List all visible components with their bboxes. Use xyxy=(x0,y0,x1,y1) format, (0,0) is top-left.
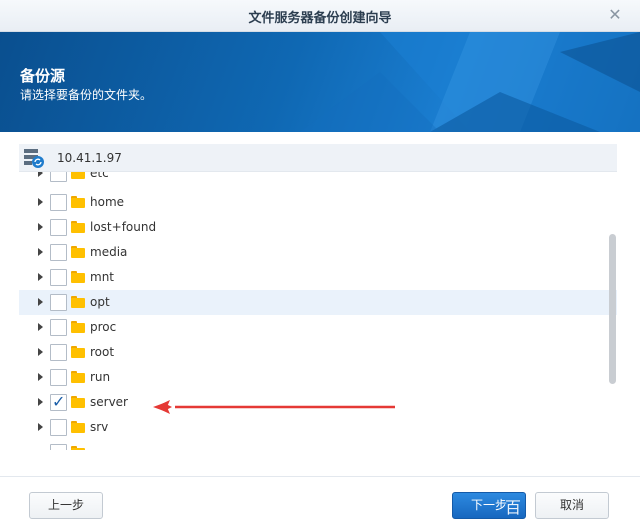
folder-checkbox[interactable] xyxy=(50,269,67,286)
folder-icon xyxy=(71,271,85,283)
window-title: 文件服务器备份创建向导 xyxy=(248,11,392,26)
folder-name: mnt xyxy=(90,270,114,284)
folder-row-opt[interactable]: opt xyxy=(19,290,617,315)
banner-decoration xyxy=(300,32,640,132)
folder-name: srv xyxy=(90,420,109,434)
folder-icon xyxy=(71,421,85,433)
banner-subtitle: 请选择要备份的文件夹。 xyxy=(20,88,153,102)
folder-name: server xyxy=(90,395,128,409)
folder-name: home xyxy=(90,195,125,209)
vertical-scrollbar[interactable] xyxy=(609,234,616,384)
folder-row-proc[interactable]: proc xyxy=(19,315,603,340)
folder-icon xyxy=(71,172,85,179)
folder-checkbox[interactable] xyxy=(50,319,67,336)
folder-icon xyxy=(71,346,85,358)
folder-icon xyxy=(71,196,85,208)
folder-icon xyxy=(71,371,85,383)
folder-checkbox[interactable] xyxy=(50,419,67,436)
footer-divider xyxy=(0,476,640,477)
expand-arrow-icon[interactable] xyxy=(38,172,43,177)
folder-name: etc xyxy=(90,172,109,180)
wizard-banner: 备份源 请选择要备份的文件夹。 xyxy=(0,32,640,132)
folder-name: root xyxy=(90,345,115,359)
expand-arrow-icon[interactable] xyxy=(38,248,43,256)
expand-arrow-icon[interactable] xyxy=(38,348,43,356)
folder-icon xyxy=(71,246,85,258)
folder-checkbox[interactable] xyxy=(50,219,67,236)
server-ip: 10.41.1.97 xyxy=(57,151,122,165)
folder-icon xyxy=(71,446,85,450)
folder-icon xyxy=(71,221,85,233)
close-icon[interactable]: ✕ xyxy=(606,6,624,24)
server-icon xyxy=(24,149,44,168)
folder-icon xyxy=(71,321,85,333)
previous-button[interactable]: 上一步 xyxy=(29,492,103,519)
watermark-logo: 百 xyxy=(505,498,523,517)
folder-row-etc[interactable]: etc xyxy=(19,172,603,186)
folder-name: opt xyxy=(90,295,110,309)
expand-arrow-icon[interactable] xyxy=(38,198,43,206)
expand-arrow-icon[interactable] xyxy=(38,373,43,381)
expand-arrow-icon[interactable] xyxy=(38,398,43,406)
expand-arrow-icon[interactable] xyxy=(38,223,43,231)
expand-arrow-icon[interactable] xyxy=(38,298,43,306)
folder-icon xyxy=(71,296,85,308)
folder-row-partial[interactable] xyxy=(19,440,603,450)
folder-row-lost-found[interactable]: lost+found xyxy=(19,215,603,240)
folder-checkbox[interactable] xyxy=(50,172,67,182)
window-titlebar: 文件服务器备份创建向导 ✕ xyxy=(0,0,640,32)
folder-name: run xyxy=(90,370,111,384)
folder-checkbox[interactable] xyxy=(50,344,67,361)
folder-name: proc xyxy=(90,320,117,334)
folder-checkbox[interactable] xyxy=(50,444,67,450)
expand-arrow-icon[interactable] xyxy=(38,323,43,331)
annotation-arrow-icon xyxy=(153,400,395,414)
folder-row-run[interactable]: run xyxy=(19,365,603,390)
folder-name: lost+found xyxy=(90,220,157,234)
folder-row-mnt[interactable]: mnt xyxy=(19,265,603,290)
folder-checkbox-checked[interactable]: ✓ xyxy=(50,392,67,411)
cancel-button[interactable]: 取消 xyxy=(535,492,609,519)
folder-row-root[interactable]: root xyxy=(19,340,603,365)
folder-name: media xyxy=(90,245,128,259)
folder-checkbox[interactable] xyxy=(50,244,67,261)
folder-checkbox[interactable] xyxy=(50,294,67,311)
checkmark-icon: ✓ xyxy=(52,392,66,411)
folder-row-media[interactable]: media xyxy=(19,240,603,265)
expand-arrow-icon[interactable] xyxy=(38,273,43,281)
banner-heading: 备份源 xyxy=(20,67,66,85)
folder-icon xyxy=(71,396,85,408)
folder-checkbox[interactable] xyxy=(50,194,67,211)
server-node[interactable]: 10.41.1.97 xyxy=(19,144,617,172)
expand-arrow-icon[interactable] xyxy=(38,423,43,431)
folder-row-home[interactable]: home xyxy=(19,190,603,215)
folder-checkbox[interactable] xyxy=(50,369,67,386)
